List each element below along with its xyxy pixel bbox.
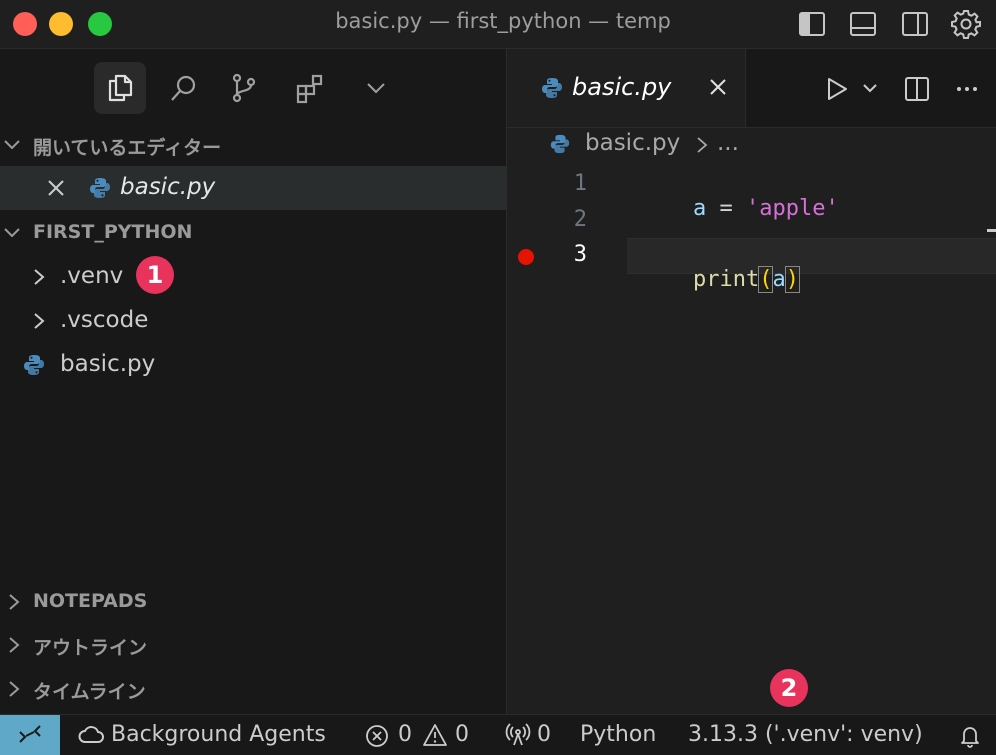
line-number: 2 [573, 207, 587, 232]
editor-tab-bar: basic.py [507, 49, 996, 128]
code-token: print [692, 267, 760, 292]
tree-item-vscode[interactable]: .vscode [0, 299, 506, 343]
python-file-icon [88, 176, 112, 200]
bell-icon[interactable] [958, 723, 982, 749]
code-line-3[interactable]: print(a) [640, 242, 800, 317]
open-editors-label: 開いているエディター [33, 137, 222, 159]
explorer-folder-label: FIRST_PYTHON [33, 221, 193, 243]
line-number: 1 [573, 171, 587, 196]
chevron-right-icon [30, 311, 48, 331]
error-icon[interactable] [365, 724, 389, 748]
tree-item-label: basic.py [60, 351, 156, 377]
line-number: 3 [573, 242, 587, 267]
split-editor-icon[interactable] [903, 75, 931, 103]
run-options-chevron-down-icon[interactable] [861, 80, 879, 96]
code-token: ( [758, 266, 774, 293]
chevron-down-icon [2, 135, 22, 155]
extensions-icon[interactable] [284, 62, 336, 114]
outline-label: アウトライン [33, 637, 148, 659]
python-interpreter[interactable]: 3.13.3 ('.venv': venv) [688, 722, 923, 747]
toggle-secondary-sidebar-icon[interactable] [899, 8, 931, 40]
chevron-down-icon [2, 223, 22, 243]
breadcrumb-more[interactable]: ... [717, 130, 739, 156]
tree-item-venv[interactable]: .venv [0, 255, 506, 299]
code-token: a [772, 267, 786, 292]
notepads-label: NOTEPADS [33, 590, 148, 612]
python-file-icon [540, 76, 564, 100]
chevron-right-icon [30, 267, 48, 287]
warning-count[interactable]: 0 [455, 722, 469, 747]
chevron-right-icon [6, 635, 22, 655]
background-agents-item[interactable]: Background Agents [111, 722, 326, 747]
gear-icon[interactable] [950, 8, 982, 40]
chevron-right-icon [6, 679, 22, 699]
close-icon[interactable] [45, 177, 67, 199]
timeline-label: タイムライン [33, 681, 146, 703]
explorer-folder-header[interactable]: FIRST_PYTHON [0, 211, 506, 255]
close-icon[interactable] [707, 76, 729, 98]
code-token: 'apple' [745, 196, 839, 221]
code-line-1[interactable]: a = 'apple' [640, 171, 839, 246]
tree-item-label: .vscode [60, 307, 149, 333]
tree-item-basic-py[interactable]: basic.py [0, 343, 506, 387]
files-icon[interactable] [94, 62, 146, 114]
outline-header[interactable]: アウトライン [0, 623, 506, 667]
status-bar: Background Agents 0 0 0 Python 3.13.3 ('… [0, 714, 996, 755]
chevron-right-icon [6, 592, 22, 612]
annotation-badge-2: 2 [770, 669, 808, 707]
source-control-icon[interactable] [218, 62, 270, 114]
tree-item-label: .venv [60, 263, 124, 289]
run-icon[interactable] [825, 76, 849, 102]
open-editor-label: basic.py [120, 174, 216, 200]
editor[interactable]: basic.py ... 1 a = 'apple' 2 3 print(a) … [507, 128, 996, 714]
chevron-down-icon[interactable] [350, 62, 402, 114]
cloud-icon [78, 725, 104, 745]
timeline-header[interactable]: タイムライン [0, 667, 506, 711]
toggle-panel-icon[interactable] [847, 8, 879, 40]
code-token: a [692, 196, 707, 221]
breadcrumb: basic.py ... [507, 128, 996, 164]
code-token: = [706, 196, 746, 221]
breakpoint-dot[interactable] [518, 249, 534, 265]
breadcrumb-file[interactable]: basic.py [585, 130, 680, 156]
remote-indicator-button[interactable] [0, 715, 60, 755]
ports-broadcast-icon[interactable] [505, 723, 531, 747]
chevron-right-icon [695, 136, 709, 154]
tab-label: basic.py [572, 73, 672, 101]
python-file-icon [22, 353, 46, 377]
search-icon[interactable] [158, 62, 210, 114]
sidebar: 開いているエディター basic.py FIRST_PYTHON .venv .… [0, 49, 507, 714]
open-editor-item[interactable]: basic.py [0, 166, 506, 210]
annotation-badge-1: 1 [136, 256, 174, 294]
remote-icon [19, 725, 41, 743]
warning-icon[interactable] [422, 723, 448, 747]
error-count[interactable]: 0 [398, 722, 412, 747]
code-token: ) [784, 266, 800, 293]
title-bar: basic.py — first_python — temp [0, 0, 996, 49]
python-file-icon [549, 133, 571, 155]
language-mode[interactable]: Python [580, 722, 656, 747]
tab-basic-py[interactable]: basic.py [507, 49, 746, 127]
ports-count[interactable]: 0 [537, 722, 551, 747]
notepads-header[interactable]: NOTEPADS [0, 580, 506, 624]
toggle-primary-sidebar-icon[interactable] [796, 8, 828, 40]
more-actions-icon[interactable] [955, 77, 979, 101]
minimap-marker [987, 229, 996, 232]
open-editors-header[interactable]: 開いているエディター [0, 123, 506, 167]
